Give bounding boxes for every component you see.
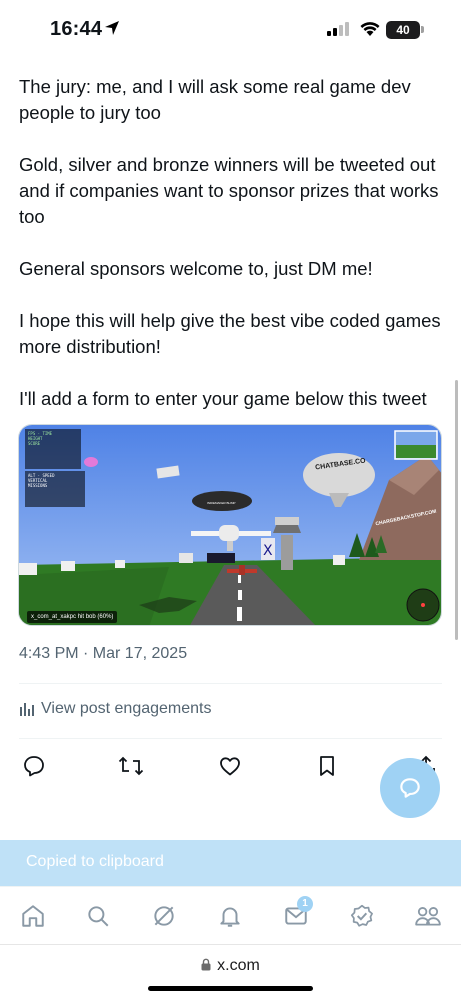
tab-notifications[interactable] bbox=[215, 901, 245, 931]
battery-cap bbox=[421, 26, 424, 33]
tab-home[interactable] bbox=[18, 901, 48, 931]
clipboard-toast: Copied to clipboard bbox=[0, 840, 461, 886]
kill-feed-victim: bob bbox=[85, 614, 96, 620]
lock-icon bbox=[201, 958, 211, 971]
reply-icon bbox=[24, 756, 44, 777]
kill-feed-verb: hit bbox=[77, 614, 85, 620]
tab-search[interactable] bbox=[83, 901, 113, 931]
compose-reply-fab[interactable] bbox=[380, 758, 440, 818]
status-bar: 16:44 40 bbox=[0, 0, 461, 62]
toast-text: Copied to clipboard bbox=[26, 853, 164, 870]
browser-url-bar[interactable]: x.com bbox=[0, 944, 461, 1000]
reply-button[interactable] bbox=[20, 752, 48, 780]
like-icon bbox=[220, 757, 240, 776]
url-text: x.com bbox=[217, 957, 260, 974]
tweet-media-image[interactable]: X FPS · TIME HEIGHT SCORE ALT · SPEED VERTI… bbox=[18, 424, 442, 626]
messages-badge: 1 bbox=[297, 896, 313, 912]
url-display[interactable]: x.com bbox=[0, 957, 461, 975]
search-icon bbox=[88, 906, 109, 927]
post-timestamp[interactable]: 4:43 PM · Mar 17, 2025 bbox=[19, 645, 187, 663]
bookmark-icon bbox=[320, 756, 334, 776]
wifi-icon bbox=[360, 22, 380, 36]
compose-bubble-icon bbox=[400, 778, 420, 798]
status-time: 16:44 bbox=[50, 18, 103, 40]
communities-icon bbox=[415, 907, 441, 926]
bookmark-button[interactable] bbox=[313, 752, 341, 780]
repost-button[interactable] bbox=[117, 752, 145, 780]
divider bbox=[19, 683, 442, 684]
tweet-text: The jury: me, and I will ask some real g… bbox=[19, 74, 449, 438]
tweet-paragraph: The jury: me, and I will ask some real g… bbox=[19, 76, 411, 123]
cellular-signal-icon bbox=[327, 22, 349, 36]
tweet-paragraph: I hope this will help give the best vibe… bbox=[19, 310, 441, 357]
location-arrow-icon bbox=[105, 21, 119, 35]
blimp-sponsor-text: INDIEMAKER BLIMP bbox=[207, 501, 236, 505]
game-hud-stats: FPS · TIME HEIGHT SCORE bbox=[25, 429, 81, 469]
kill-feed-detail: (60%) bbox=[97, 614, 114, 620]
tab-communities[interactable] bbox=[413, 901, 443, 931]
notifications-icon bbox=[220, 907, 240, 927]
divider bbox=[19, 738, 442, 739]
home-icon bbox=[22, 905, 44, 927]
home-indicator bbox=[148, 986, 313, 991]
svg-text:X: X bbox=[263, 543, 273, 559]
tab-verified[interactable] bbox=[347, 901, 377, 931]
engagements-label: View post engagements bbox=[41, 700, 212, 717]
bottom-tab-bar bbox=[0, 886, 461, 944]
battery-indicator: 40 bbox=[386, 21, 420, 39]
analytics-icon bbox=[20, 703, 34, 716]
kill-feed: x_com_at_xakpc hit bob (60%) bbox=[27, 611, 118, 623]
kill-feed-killer: x_com_at_xakpc bbox=[31, 614, 77, 620]
like-button[interactable] bbox=[216, 752, 244, 780]
grok-icon bbox=[154, 906, 174, 926]
tweet-paragraph: Gold, silver and bronze winners will be … bbox=[19, 154, 439, 227]
tab-grok[interactable] bbox=[149, 901, 179, 931]
verified-icon bbox=[350, 904, 373, 927]
scroll-indicator bbox=[455, 380, 458, 640]
view-post-engagements-link[interactable]: View post engagements bbox=[19, 700, 211, 718]
repost-icon bbox=[118, 756, 144, 776]
game-hud-controls: ALT · SPEED VERTICAL MISSIONS bbox=[25, 471, 85, 507]
tweet-paragraph: General sponsors welcome to, just DM me! bbox=[19, 258, 373, 279]
tweet-paragraph: I'll add a form to enter your game below… bbox=[19, 388, 427, 409]
